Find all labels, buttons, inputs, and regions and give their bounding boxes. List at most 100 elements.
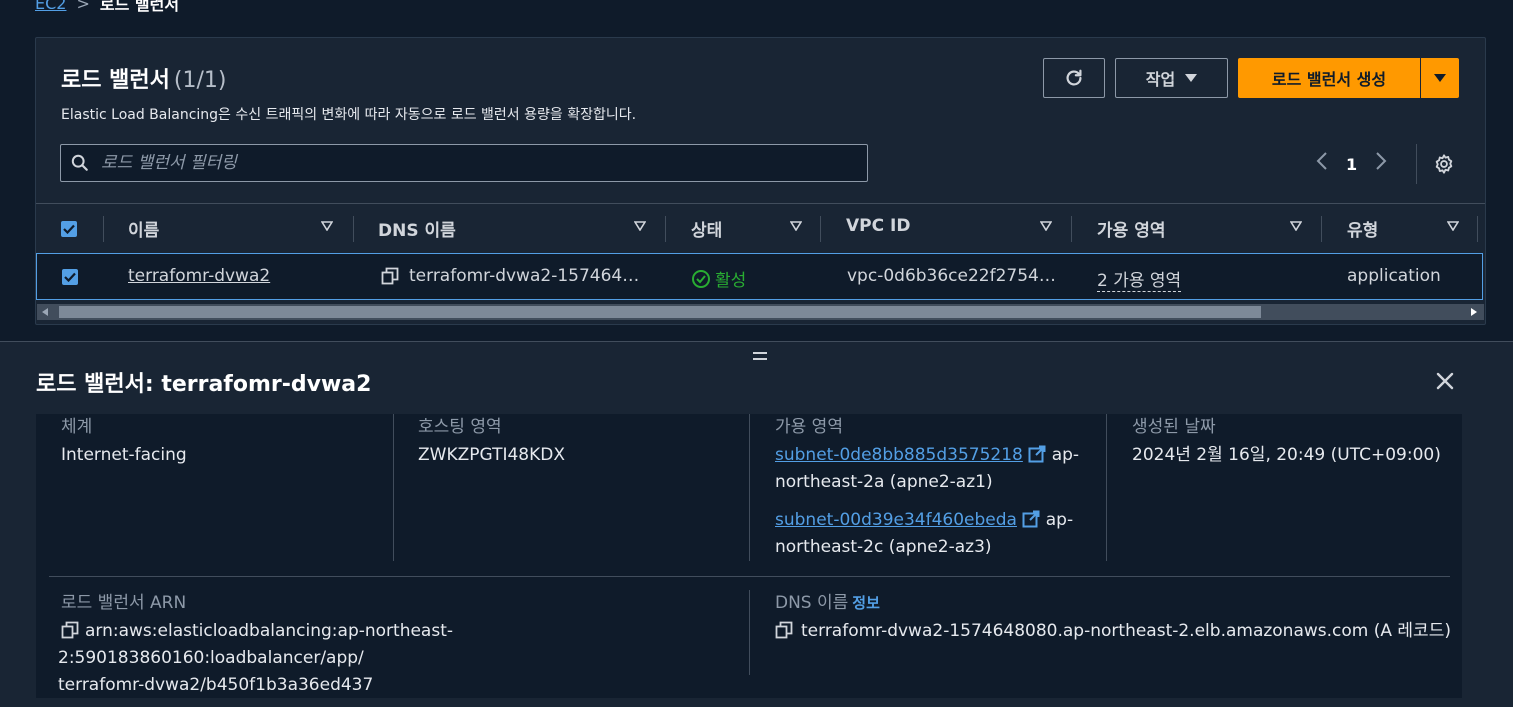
scheme-label: 체계 xyxy=(61,417,93,437)
sort-down-icon[interactable] xyxy=(1040,221,1052,231)
next-page-button[interactable] xyxy=(1375,151,1387,177)
state-value: 활성 xyxy=(715,271,747,291)
close-panel-button[interactable] xyxy=(1432,368,1458,394)
refresh-icon xyxy=(1066,69,1082,86)
subnet-entry: subnet-00d39e34f460ebeda ap- northeast-2… xyxy=(775,507,1085,561)
selection-count: (1/1) xyxy=(173,68,227,93)
created-date-label: 생성된 날짜 xyxy=(1132,417,1216,437)
drag-handle-icon xyxy=(753,352,767,360)
subnet-link[interactable]: subnet-0de8bb885d3575218 xyxy=(775,445,1023,465)
refresh-button[interactable] xyxy=(1043,58,1105,98)
column-divider xyxy=(1071,216,1072,242)
load-balancer-name-link[interactable]: terrafomr-dvwa2 xyxy=(128,266,270,286)
page-title: 로드 밸런서 (1/1) xyxy=(61,62,226,94)
external-link-icon[interactable] xyxy=(1022,510,1040,528)
column-divider xyxy=(820,216,821,242)
column-divider xyxy=(749,414,750,561)
column-divider xyxy=(103,216,104,242)
current-page-number[interactable]: 1 xyxy=(1346,155,1357,174)
column-divider xyxy=(1321,216,1322,242)
availability-zones-popover[interactable]: 2 가용 영역 xyxy=(1097,266,1182,292)
subnet-link[interactable]: subnet-00d39e34f460ebeda xyxy=(775,510,1017,530)
column-header-dns[interactable]: DNS 이름 xyxy=(378,216,456,241)
column-header-name[interactable]: 이름 xyxy=(128,216,159,241)
subnet-zone: northeast-2a (apne2-az1) xyxy=(775,472,993,492)
dns-name-label: DNS 이름 정보 xyxy=(775,588,880,613)
subnet-zone-prefix: ap- xyxy=(1045,510,1074,530)
page-description: Elastic Load Balancing은 수신 트래픽의 변화에 따라 자… xyxy=(61,107,637,123)
sort-down-icon[interactable] xyxy=(321,221,333,231)
column-divider xyxy=(665,216,666,242)
external-link-icon[interactable] xyxy=(1028,445,1046,463)
scheme-value: Internet-facing xyxy=(61,445,187,465)
detail-panel-title: 로드 밸런서: terrafomr-dvwa2 xyxy=(36,372,372,397)
column-divider xyxy=(393,414,394,561)
sort-down-icon[interactable] xyxy=(1447,221,1459,231)
breadcrumb-current: 로드 밸런서 xyxy=(99,0,180,14)
caret-down-icon xyxy=(1185,74,1198,82)
table-header: 이름 DNS 이름 상태 VPC ID 가용 영역 유형 xyxy=(36,203,1485,253)
arn-label: 로드 밸런서 ARN xyxy=(61,593,187,613)
copy-icon[interactable] xyxy=(61,621,79,639)
arn-line-1: arn:aws:elasticloadbalancing:ap-northeas… xyxy=(58,621,454,668)
subnet-zone: northeast-2c (apne2-az3) xyxy=(775,537,992,557)
search-icon xyxy=(71,154,88,171)
dns-name-full-value: terrafomr-dvwa2-1574648080.ap-northeast-… xyxy=(801,621,1451,641)
column-header-state[interactable]: 상태 xyxy=(691,216,722,241)
close-icon xyxy=(1436,372,1454,390)
table-preferences-button[interactable] xyxy=(1430,150,1458,178)
detail-split-panel: 로드 밸런서: terrafomr-dvwa2 체계 Internet-faci… xyxy=(0,341,1513,707)
sort-down-icon[interactable] xyxy=(1290,221,1302,231)
detail-content: 체계 Internet-facing 호스팅 영역 ZWKZPGTI48KDX … xyxy=(36,414,1462,698)
column-divider xyxy=(749,590,750,675)
copy-icon[interactable] xyxy=(381,267,399,285)
dns-name-cell: terrafomr-dvwa2-157464… xyxy=(381,266,639,286)
dns-name-label-text: DNS 이름 xyxy=(775,593,849,613)
subnet-zone-prefix: ap- xyxy=(1051,445,1080,465)
checkmark-icon xyxy=(63,224,75,234)
section-divider xyxy=(49,576,1450,577)
sort-down-icon[interactable] xyxy=(634,221,646,231)
copy-icon[interactable] xyxy=(775,621,793,639)
horizontal-scrollbar[interactable] xyxy=(37,304,1484,320)
page-title-text: 로드 밸런서 xyxy=(61,68,170,93)
create-options-dropdown-button[interactable] xyxy=(1421,58,1459,98)
scroll-left-icon[interactable] xyxy=(42,308,48,316)
pagination: 1 xyxy=(1316,148,1387,180)
status-success-icon xyxy=(692,269,710,288)
caret-down-icon xyxy=(1434,74,1446,82)
column-divider xyxy=(353,216,354,242)
hosted-zone-label: 호스팅 영역 xyxy=(418,417,502,437)
split-panel-drag-handle[interactable] xyxy=(752,345,768,366)
breadcrumb-separator: > xyxy=(76,0,90,13)
created-date-value: 2024년 2월 16일, 20:49 (UTC+09:00) xyxy=(1132,445,1441,465)
subnet-entry: subnet-0de8bb885d3575218 ap- northeast-2… xyxy=(775,442,1085,496)
select-all-checkbox[interactable] xyxy=(61,221,77,237)
sort-down-icon[interactable] xyxy=(790,221,802,231)
checkmark-icon xyxy=(64,272,76,282)
create-load-balancer-button[interactable]: 로드 밸런서 생성 xyxy=(1238,58,1420,98)
dns-name-value: terrafomr-dvwa2-157464… xyxy=(409,266,640,286)
breadcrumb: EC2 > 로드 밸런서 xyxy=(35,0,180,14)
scrollbar-thumb[interactable] xyxy=(59,306,1261,318)
table-row[interactable]: terrafomr-dvwa2 terrafomr-dvwa2-157464… … xyxy=(36,253,1483,300)
column-header-type[interactable]: 유형 xyxy=(1347,216,1378,241)
type-cell: application xyxy=(1347,266,1441,286)
info-link[interactable]: 정보 xyxy=(852,594,880,612)
actions-dropdown-button[interactable]: 작업 xyxy=(1115,58,1228,98)
search-input[interactable] xyxy=(99,152,843,174)
chevron-left-icon xyxy=(1316,152,1327,170)
dns-name-detail: terrafomr-dvwa2-1574648080.ap-northeast-… xyxy=(775,618,1451,645)
column-header-vpc[interactable]: VPC ID xyxy=(846,216,910,236)
previous-page-button[interactable] xyxy=(1316,151,1328,177)
column-header-az[interactable]: 가용 영역 xyxy=(1097,216,1165,241)
search-box xyxy=(60,144,868,182)
scroll-right-icon[interactable] xyxy=(1471,308,1477,316)
row-checkbox[interactable] xyxy=(62,269,78,285)
vpc-id-cell: vpc-0d6b36ce22f2754… xyxy=(847,266,1056,286)
chevron-right-icon xyxy=(1376,152,1387,170)
column-divider xyxy=(1477,216,1478,242)
breadcrumb-ec2-link[interactable]: EC2 xyxy=(35,0,66,13)
state-cell: 활성 xyxy=(691,266,746,291)
gear-icon xyxy=(1435,154,1453,174)
